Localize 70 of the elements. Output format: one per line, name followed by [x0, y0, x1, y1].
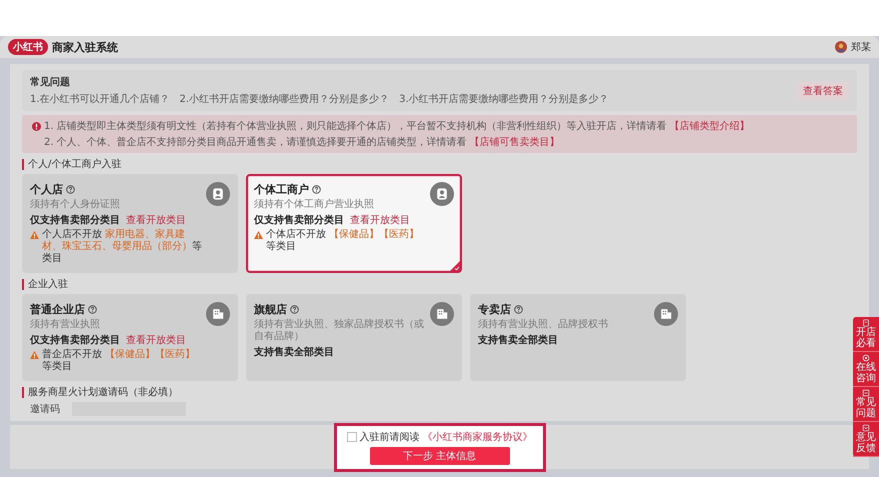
- building-icon: [430, 302, 454, 326]
- open-categories-link[interactable]: 查看开放类目: [350, 213, 410, 227]
- store-requirement: 须持有个体工商户营业执照: [254, 199, 375, 211]
- category-note: 支持售卖全部类目: [478, 334, 558, 347]
- open-categories-link[interactable]: 查看开放类目: [126, 213, 186, 227]
- restriction-text: 个体店不开放 【保健品】【医药】 等类目: [266, 229, 420, 253]
- floating-menu-item[interactable]: 开店必看: [853, 317, 879, 352]
- floating-menu-item[interactable]: 意见反馈: [853, 422, 879, 457]
- store-requirement: 须持有营业执照、独家品牌授权书（或自有品牌）: [254, 319, 425, 343]
- person-icon: [430, 182, 454, 206]
- help-icon[interactable]: [88, 305, 97, 314]
- user-name[interactable]: 郑某: [851, 40, 871, 54]
- store-type-card[interactable]: 个人店 须持有个人身份证照 仅支持售卖部分类目 查看开放类目 个人店不开放 家用电器、家具建材、珠宝玉石、母婴用品（部分）等类目: [22, 174, 238, 273]
- help-icon[interactable]: [66, 185, 75, 194]
- view-answer-button[interactable]: 查看答案: [797, 82, 849, 100]
- store-type-name: 普通企业店: [30, 302, 85, 317]
- notice-link[interactable]: 【店铺可售卖类目】: [470, 135, 560, 149]
- store-type-name: 旗舰店: [254, 302, 287, 317]
- logo[interactable]: 小红书: [8, 39, 48, 55]
- floating-menu-item[interactable]: 在线咨询: [853, 352, 879, 387]
- category-note: 仅支持售卖部分类目: [30, 334, 120, 347]
- store-requirement: 须持有个人身份证照: [30, 199, 121, 211]
- section-title: 企业入驻: [22, 279, 68, 290]
- faq-title: 常见问题: [30, 76, 71, 89]
- floating-menu-item[interactable]: 常见问题: [853, 387, 879, 422]
- agreement-checkbox[interactable]: [346, 432, 356, 442]
- faq-question[interactable]: 2.小红书开店需要缴纳哪些费用？分别是多少？: [180, 92, 390, 106]
- section-title: 个人/个体工商户入驻: [22, 159, 122, 170]
- field-label: 邀请码: [30, 402, 60, 416]
- person-icon: [206, 182, 230, 206]
- store-requirement: 须持有营业执照: [30, 319, 101, 331]
- faq-question[interactable]: 1.在小红书可以开通几个店铺？: [30, 92, 170, 106]
- restriction-text: 普企店不开放 【保健品】【医药】 等类目: [42, 349, 196, 373]
- category-note: 仅支持售卖部分类目: [254, 214, 344, 227]
- notice-text: 2. 个人、个体、普企店不支持部分类目商品开通售卖，请谨慎选择要开通的店铺类型，详情请看: [44, 136, 467, 149]
- alert-icon: [32, 122, 41, 130]
- notice-text: 1. 店铺类型即主体类型须有明文性（若持有个体营业执照，则只能选择个体店），平台暂不支持机构（非营利性组织）等入驻开店，详情请看: [44, 120, 667, 133]
- square-icon: [862, 389, 870, 397]
- feedback-icon: [862, 424, 870, 432]
- warning-icon: [30, 231, 39, 239]
- help-icon[interactable]: [290, 305, 299, 314]
- notice-link[interactable]: 【店铺类型介绍】: [670, 119, 750, 133]
- open-categories-link[interactable]: 查看开放类目: [126, 333, 186, 347]
- agreement-text: 入驻前请阅读: [360, 430, 420, 444]
- next-step-button[interactable]: 下一步 主体信息: [370, 446, 510, 464]
- faq-question[interactable]: 3.小红书开店需要缴纳哪些费用？分别是多少？: [399, 92, 609, 106]
- section-title: 服务商星火计划邀请码（非必填）: [22, 387, 178, 398]
- store-type-card[interactable]: 旗舰店 须持有营业执照、独家品牌授权书（或自有品牌） 支持售卖全部类目: [246, 294, 462, 381]
- store-type-card[interactable]: 专卖店 须持有营业执照、品牌授权书 支持售卖全部类目: [470, 294, 686, 381]
- store-type-card[interactable]: 个体工商户 须持有个体工商户营业执照 仅支持售卖部分类目 查看开放类目 个体店不开放 【保健品】【医药】 等类目: [246, 174, 462, 273]
- store-requirement: 须持有营业执照、品牌授权书: [478, 319, 609, 331]
- building-icon: [206, 302, 230, 326]
- help-icon[interactable]: [312, 185, 321, 194]
- agreement-link[interactable]: 《小红书商家服务协议》: [422, 430, 532, 444]
- category-note: 支持售卖全部类目: [254, 346, 334, 359]
- document-icon: [862, 319, 870, 327]
- warning-icon: [254, 231, 263, 239]
- building-icon: [654, 302, 678, 326]
- category-note: 仅支持售卖部分类目: [30, 214, 120, 227]
- store-type-name: 个体工商户: [254, 182, 309, 197]
- help-icon[interactable]: [514, 305, 523, 314]
- restriction-text: 个人店不开放 家用电器、家具建材、珠宝玉石、母婴用品（部分）等类目: [42, 229, 203, 265]
- warning-icon: [30, 351, 39, 359]
- store-type-name: 专卖店: [478, 302, 511, 317]
- store-type-card[interactable]: 普通企业店 须持有营业执照 仅支持售卖部分类目 查看开放类目 普企店不开放 【保健品】【医药】 等类目: [22, 294, 238, 381]
- selected-corner-icon: [450, 261, 460, 271]
- target-icon: [862, 354, 870, 362]
- avatar-icon[interactable]: [835, 41, 847, 53]
- store-type-name: 个人店: [30, 182, 63, 197]
- app-title: 商家入驻系统: [52, 40, 118, 54]
